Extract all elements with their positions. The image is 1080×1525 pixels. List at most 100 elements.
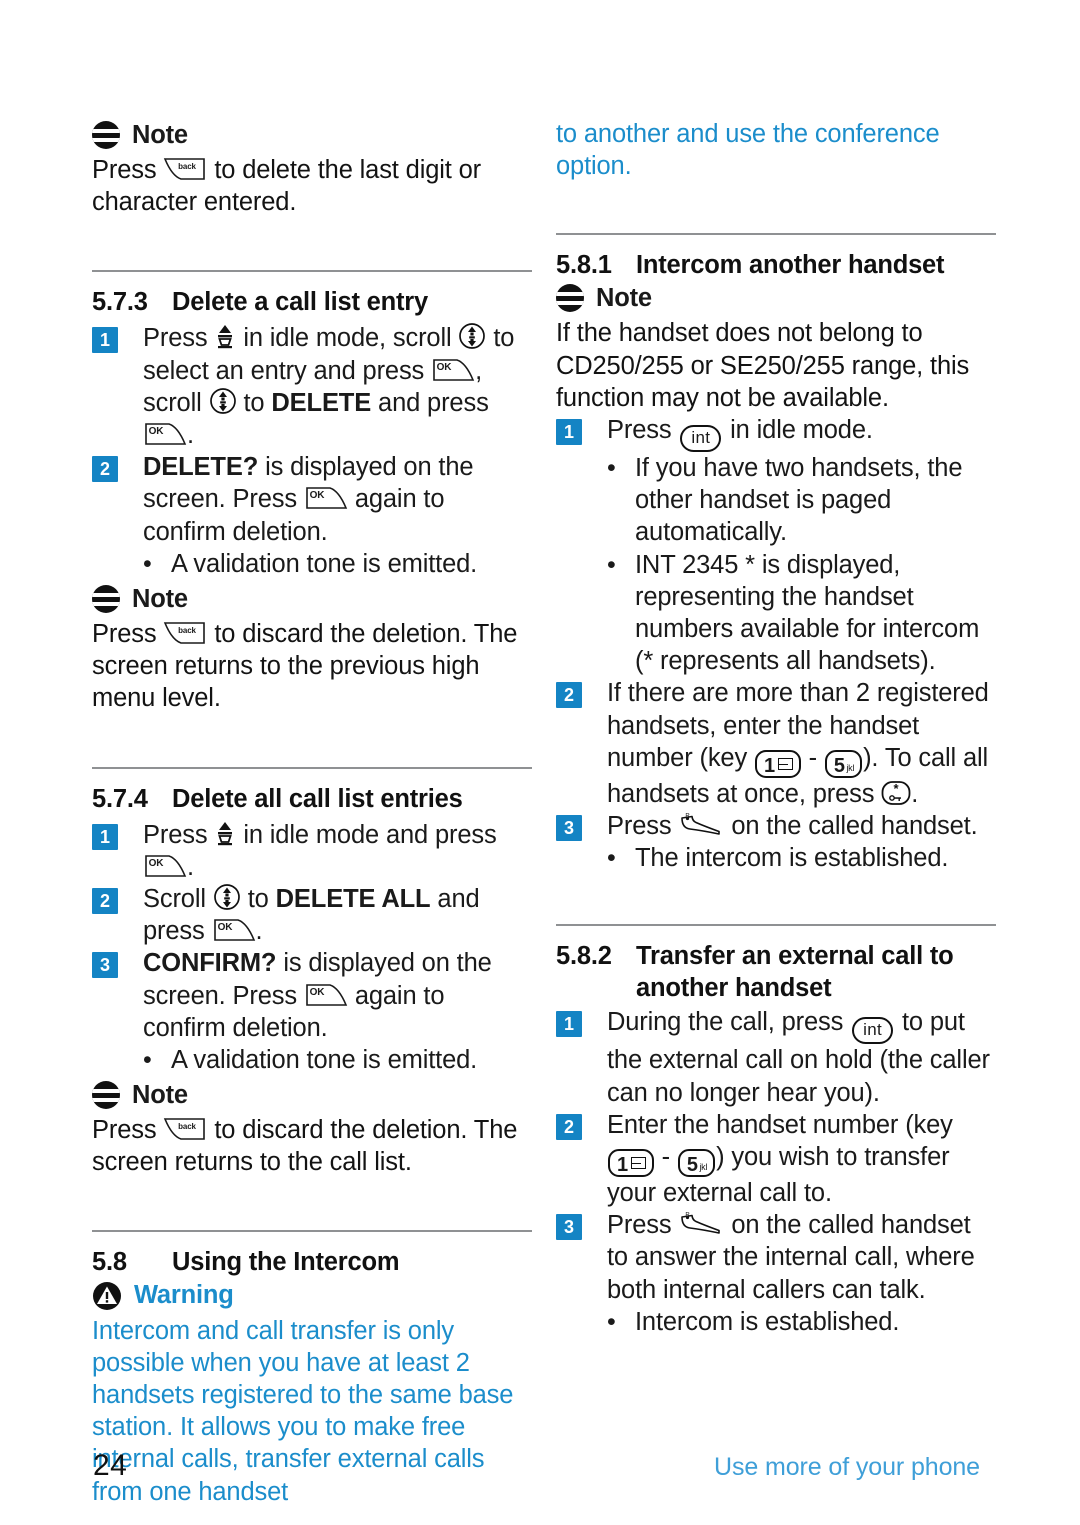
note-callout-4: Note If the handset does not belong to C… [556,281,996,414]
step-text-part: in idle mode, scroll [243,324,452,353]
step-text: Press in idle mode and press OK . [143,819,532,883]
svg-text:OK: OK [149,426,165,437]
step-text-part: Press [607,812,672,841]
note-label: Note [132,1080,188,1109]
warning-body: Intercom and call transfer is only possi… [92,1316,514,1506]
step-badge: 3 [556,1214,582,1241]
ok-softkey-icon: OK [304,982,348,1008]
step-text: Press R on the called handset to answer … [607,1209,996,1306]
section-number: 5.8 [92,1247,127,1276]
keypad-digit: 1 [617,1154,628,1177]
step-item: 1 Press int in idle mode. [556,414,996,453]
bullet-item: • Intercom is established. [607,1306,996,1338]
heading-5-8-2: 5.8.2 Transfer an external call to anoth… [556,940,996,1004]
step-text: CONFIRM? is displayed on the screen. Pre… [143,947,532,1044]
step-item: 2 Scroll to DELETE ALL and press OK . [92,883,532,947]
step-text-part: . [911,779,919,808]
footer-chapter-label: Use more of your phone [713,1453,980,1481]
int-key-icon: int [680,425,722,453]
section-divider-582 [556,924,996,927]
step-badge: 2 [556,1113,582,1140]
bullet-item: • If you have two handsets, the other ha… [607,452,996,549]
step-badge: 1 [92,823,118,850]
ok-softkey-icon: OK [304,485,348,511]
bullet-dot: • [607,550,616,579]
step-text: Scroll to DELETE ALL and press OK . [143,883,532,947]
section-title: Using the Intercom [172,1247,400,1276]
note-icon [92,585,120,614]
note-callout-2: Note Press back to discard the deletion.… [92,582,532,715]
int-key-icon: int [852,1017,894,1045]
bullet-text: If you have two handsets, the other hand… [635,454,963,547]
note-callout-3: Note Press back to discard the deletion.… [92,1078,532,1178]
step-badge: 2 [92,888,118,915]
svg-text:back: back [179,162,197,171]
step-text: If there are more than 2 registered hand… [607,677,996,810]
step-badge: 1 [556,1011,582,1038]
section-title: Intercom another handset [636,251,945,280]
heading-5-7-4: 5.7.4 Delete all call list entries [92,783,532,815]
warning-callout: Warning Intercom and call transfer is on… [92,1279,532,1508]
step-text-part: Press [143,820,208,849]
manual-page: Note Press back to delete the last digit… [0,0,1080,1525]
keypad-digit: 5 [686,1154,698,1177]
section-number: 5.8.2 [556,942,612,971]
bullet-text: Intercom is established. [635,1307,900,1336]
scroll-up-down-key-icon [213,883,241,911]
section-title: Transfer an external call to another han… [636,940,996,1004]
scroll-up-down-key-icon [458,322,486,350]
section-divider-574 [92,766,532,769]
step-item: 2 Enter the handset number (key 1 - 5 jkl… [556,1109,996,1209]
keypad-5-key-icon: 5 jkl [824,749,863,778]
step-text-part: . [187,421,194,450]
note-callout-1: Note Press back to delete the last digit… [92,118,532,218]
step-text: Press int in idle mode. [607,414,996,453]
step-item: 3 Press R on the called handset. [556,810,996,842]
back-softkey-icon: back [163,1116,207,1142]
keypad-5-key-icon: 5 jkl [677,1149,716,1178]
step-badge: 1 [556,419,582,446]
step-text-part: in idle mode and press [243,820,497,849]
section-title: Delete a call list entry [172,288,428,317]
bullet-text: INT 2345 * is displayed, representing th… [635,550,980,676]
ok-softkey-icon: OK [431,357,475,383]
talk-key-icon: R [678,812,724,838]
call-list-key-icon [214,821,236,847]
svg-text:OK: OK [437,362,453,373]
talk-key-icon: R [678,1211,724,1237]
step-text-part: and press [378,388,489,417]
step-text-part: - [661,1143,671,1172]
step-keyword: DELETE ALL [275,885,431,914]
note-text-before: Press [92,620,157,649]
heading-5-8: 5.8 Using the Intercom [92,1246,532,1278]
bullet-dot: • [143,1046,152,1075]
ok-softkey-icon: OK [143,853,187,879]
step-item: 1 Press in idle mode, scroll to select a… [92,322,532,451]
svg-text:back: back [179,1122,197,1131]
heading-5-8-1: 5.8.1 Intercom another handset [556,249,996,281]
step-keyword: DELETE? [143,453,259,482]
note-label: Note [132,120,188,149]
envelope-glyph [630,1157,646,1170]
bullet-item: • A validation tone is emitted. [143,1044,532,1076]
bullet-item: • A validation tone is emitted. [143,548,532,580]
warning-header: Warning [92,1279,532,1313]
section-number: 5.7.3 [92,288,148,317]
bullet-dot: • [607,844,616,873]
right-column: to another and use the conference option… [556,118,996,1338]
svg-text:OK: OK [149,858,165,869]
step-item: 2 If there are more than 2 registered ha… [556,677,996,810]
step-text-part: Press [607,1211,672,1240]
step-item: 1 Press in idle mode and press OK . [92,819,532,883]
note-icon [92,1081,120,1110]
step-text-part: . [255,917,263,946]
note-text-after: to discard the deletion. The screen retu… [92,620,518,713]
note-body: Press back to discard the deletion. The … [92,618,532,715]
keypad-letters: jkl [699,1162,708,1173]
note-label: Note [132,584,188,613]
section-number: 5.8.1 [556,251,612,280]
step-badge: 3 [92,952,118,979]
note-text-before: Press [92,156,157,184]
call-list-key-icon [214,324,236,350]
warning-continuation-text: to another and use the conference option… [556,120,940,181]
